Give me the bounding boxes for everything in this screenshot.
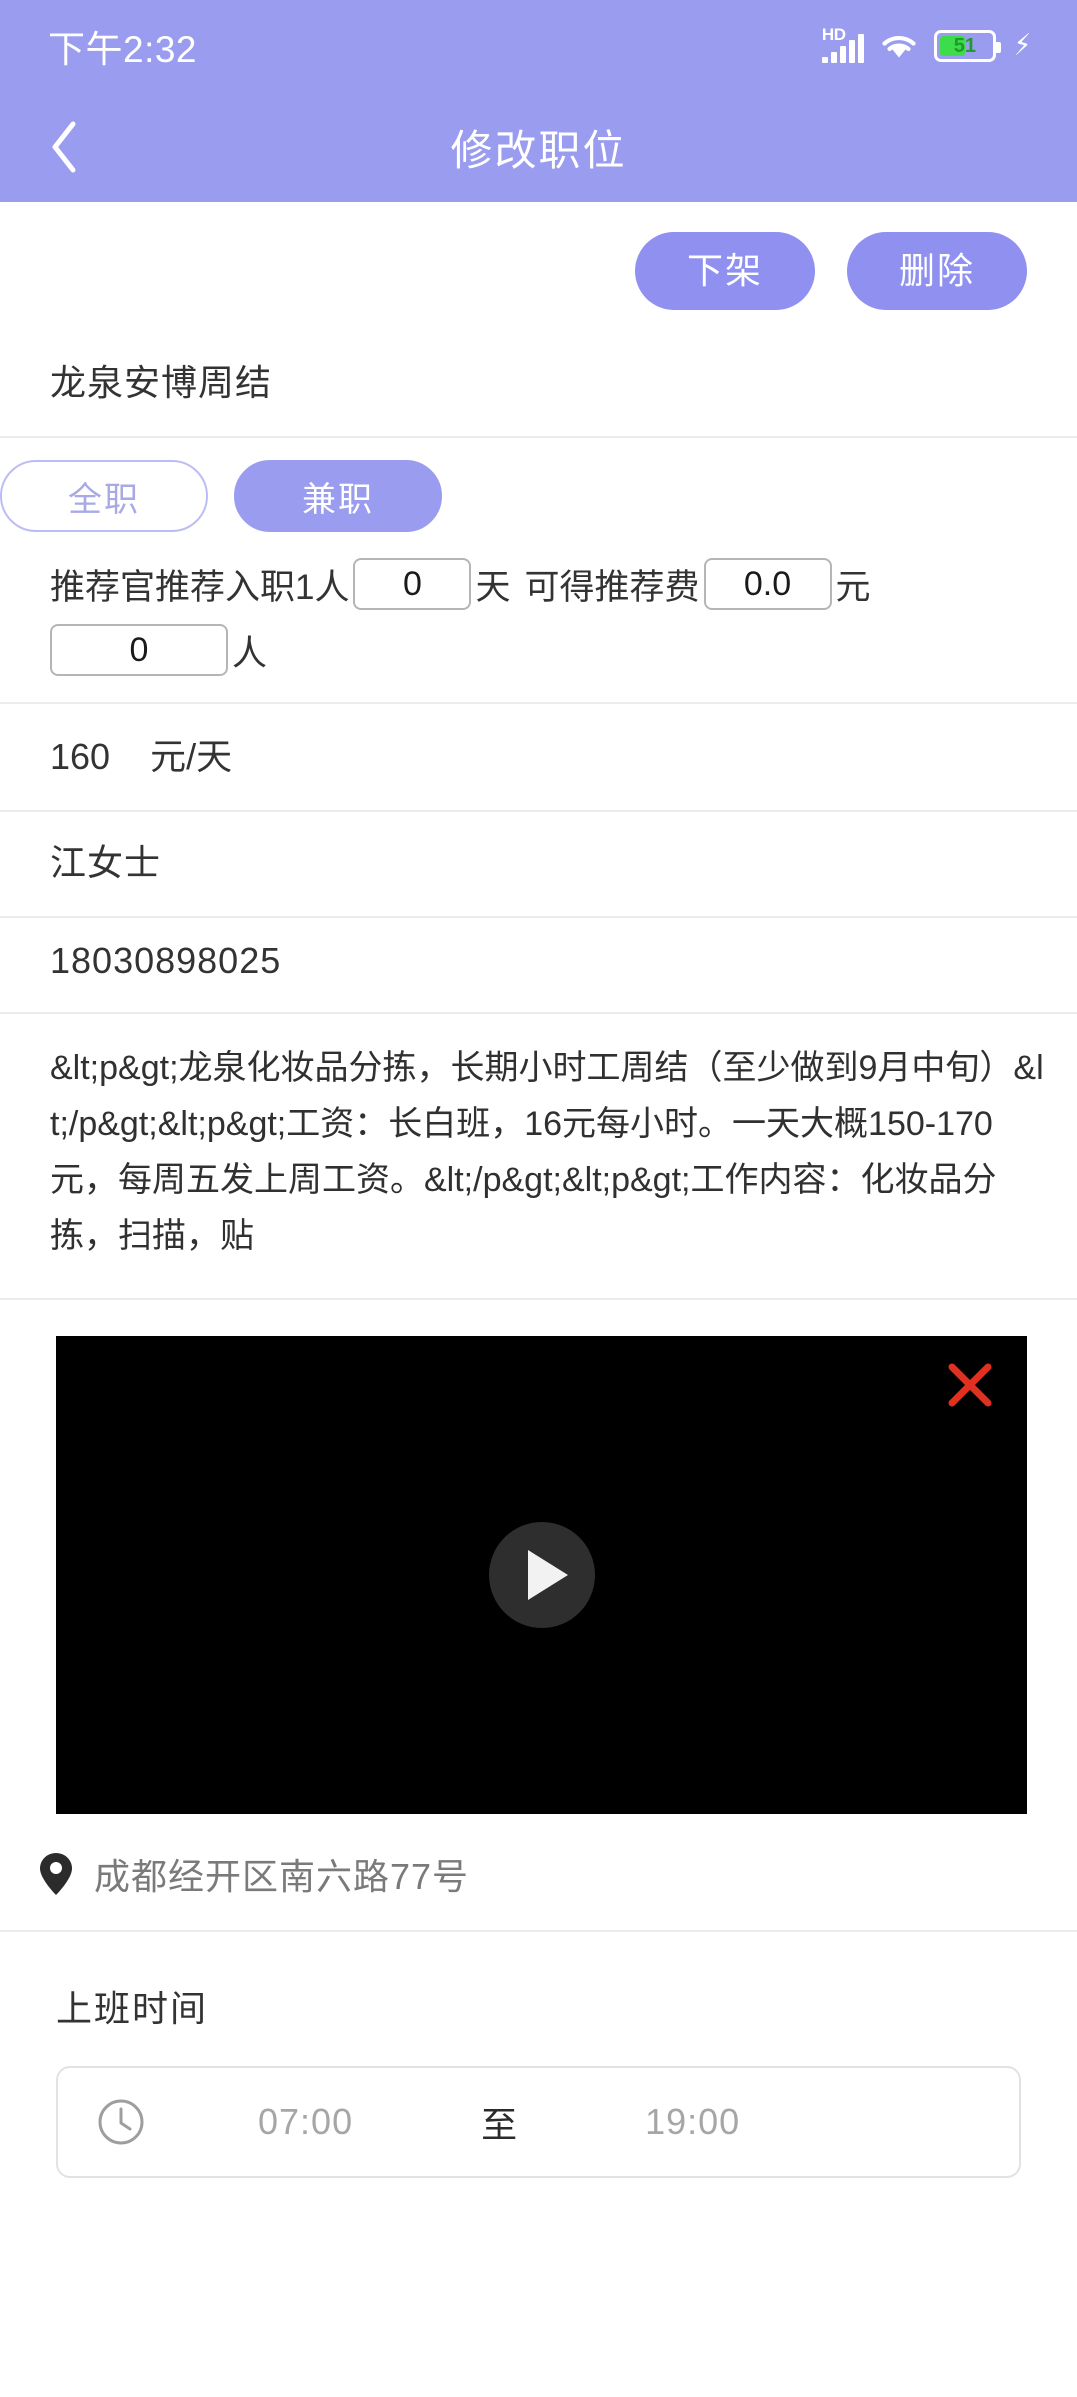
contact-name-text: 江女士 bbox=[50, 842, 162, 883]
contact-name-row[interactable]: 江女士 bbox=[0, 812, 1077, 918]
status-bar-icons: HD 51 ⚡ bbox=[821, 25, 1033, 63]
status-bar-time: 下午2:32 bbox=[48, 29, 198, 70]
salary-row[interactable]: 160 元/天 bbox=[0, 704, 1077, 812]
hd-label: HD bbox=[821, 25, 846, 44]
status-bar: 下午2:32 HD 51 ⚡ bbox=[0, 0, 1077, 92]
work-time-start[interactable]: 07:00 bbox=[258, 2101, 353, 2143]
location-pin-icon bbox=[38, 1851, 74, 1897]
signal-bar-0 bbox=[821, 57, 828, 63]
referral-fee-label: 可得推荐费 bbox=[524, 567, 700, 607]
battery-level-text: 51 bbox=[953, 35, 977, 57]
delete-button[interactable]: 删除 bbox=[846, 232, 1027, 310]
back-button[interactable] bbox=[34, 112, 94, 182]
signal-bar-4 bbox=[857, 34, 864, 63]
referral-headcount-input[interactable] bbox=[50, 624, 228, 676]
page-title: 修改职位 bbox=[450, 126, 627, 174]
video-close-button[interactable] bbox=[943, 1358, 997, 1412]
referral-prefix-label: 推荐官推荐入职1人 bbox=[50, 567, 350, 607]
referral-fee-line: 推荐官推荐入职1人 天 可得推荐费 元 bbox=[50, 558, 1027, 610]
referral-days-unit-label: 天 bbox=[475, 567, 511, 607]
job-description-block[interactable]: &lt;p&gt;龙泉化妆品分拣，长期小时工周结（至少做到9月中旬）&lt;/p… bbox=[0, 1014, 1077, 1300]
tab-fulltime[interactable]: 全职 bbox=[0, 460, 208, 532]
job-title-text: 龙泉安博周结 bbox=[50, 362, 273, 403]
referral-days-input[interactable] bbox=[353, 558, 472, 610]
battery-icon: 51 bbox=[933, 30, 1001, 62]
location-address-text: 成都经开区南六路77号 bbox=[94, 1856, 470, 1897]
job-description-text: &lt;p&gt;龙泉化妆品分拣，长期小时工周结（至少做到9月中旬）&lt;/p… bbox=[50, 1049, 1044, 1255]
charging-bolt-icon: ⚡ bbox=[1014, 29, 1031, 62]
navigation-bar: 修改职位 bbox=[0, 92, 1077, 202]
salary-amount-text: 160 bbox=[50, 736, 111, 777]
wifi-icon bbox=[878, 30, 920, 62]
play-icon bbox=[527, 1550, 568, 1600]
takedown-button[interactable]: 下架 bbox=[634, 232, 815, 310]
referral-fee-unit-label: 元 bbox=[835, 567, 871, 607]
work-time-picker[interactable]: 07:00 至 19:00 bbox=[56, 2066, 1021, 2178]
main-content: 下架 删除 龙泉安博周结 全职 兼职 推荐官推荐入职1人 天 可得推荐费 元 人 bbox=[0, 202, 1077, 2397]
work-time-separator: 至 bbox=[481, 2104, 518, 2145]
referral-fee-input[interactable] bbox=[703, 558, 832, 610]
close-x-icon bbox=[948, 1363, 992, 1407]
contact-phone-row[interactable]: 18030898025 bbox=[0, 918, 1077, 1014]
job-title-row[interactable]: 龙泉安博周结 bbox=[0, 332, 1077, 438]
app-screen: 下午2:32 HD 51 ⚡ 修改职位 下架 删除 龙泉安博周结 全职 兼职 推… bbox=[0, 0, 1077, 2397]
tab-parttime[interactable]: 兼职 bbox=[234, 460, 442, 532]
work-time-end[interactable]: 19:00 bbox=[645, 2101, 740, 2143]
signal-bars-icon: HD bbox=[821, 25, 864, 63]
referral-headcount-unit-label: 人 bbox=[232, 633, 268, 673]
referral-settings-block: 推荐官推荐入职1人 天 可得推荐费 元 人 bbox=[0, 558, 1077, 704]
chevron-left-icon bbox=[52, 121, 76, 173]
salary-content: 160 元/天 bbox=[50, 704, 1027, 810]
work-time-section-label: 上班时间 bbox=[56, 1988, 209, 2029]
salary-unit-text: 元/天 bbox=[150, 736, 233, 777]
clock-icon bbox=[96, 2097, 146, 2147]
signal-bar-3 bbox=[848, 40, 855, 63]
referral-headcount-line: 人 bbox=[50, 624, 1027, 676]
signal-bar-2 bbox=[839, 46, 846, 63]
location-row[interactable]: 成都经开区南六路77号 bbox=[0, 1814, 1077, 1932]
action-buttons-row: 下架 删除 bbox=[0, 202, 1077, 332]
video-player[interactable] bbox=[56, 1336, 1027, 1814]
signal-bar-1 bbox=[830, 52, 837, 63]
contact-phone-text: 18030898025 bbox=[50, 940, 282, 981]
job-type-tabs: 全职 兼职 bbox=[0, 438, 1077, 558]
video-play-button[interactable] bbox=[488, 1522, 595, 1628]
